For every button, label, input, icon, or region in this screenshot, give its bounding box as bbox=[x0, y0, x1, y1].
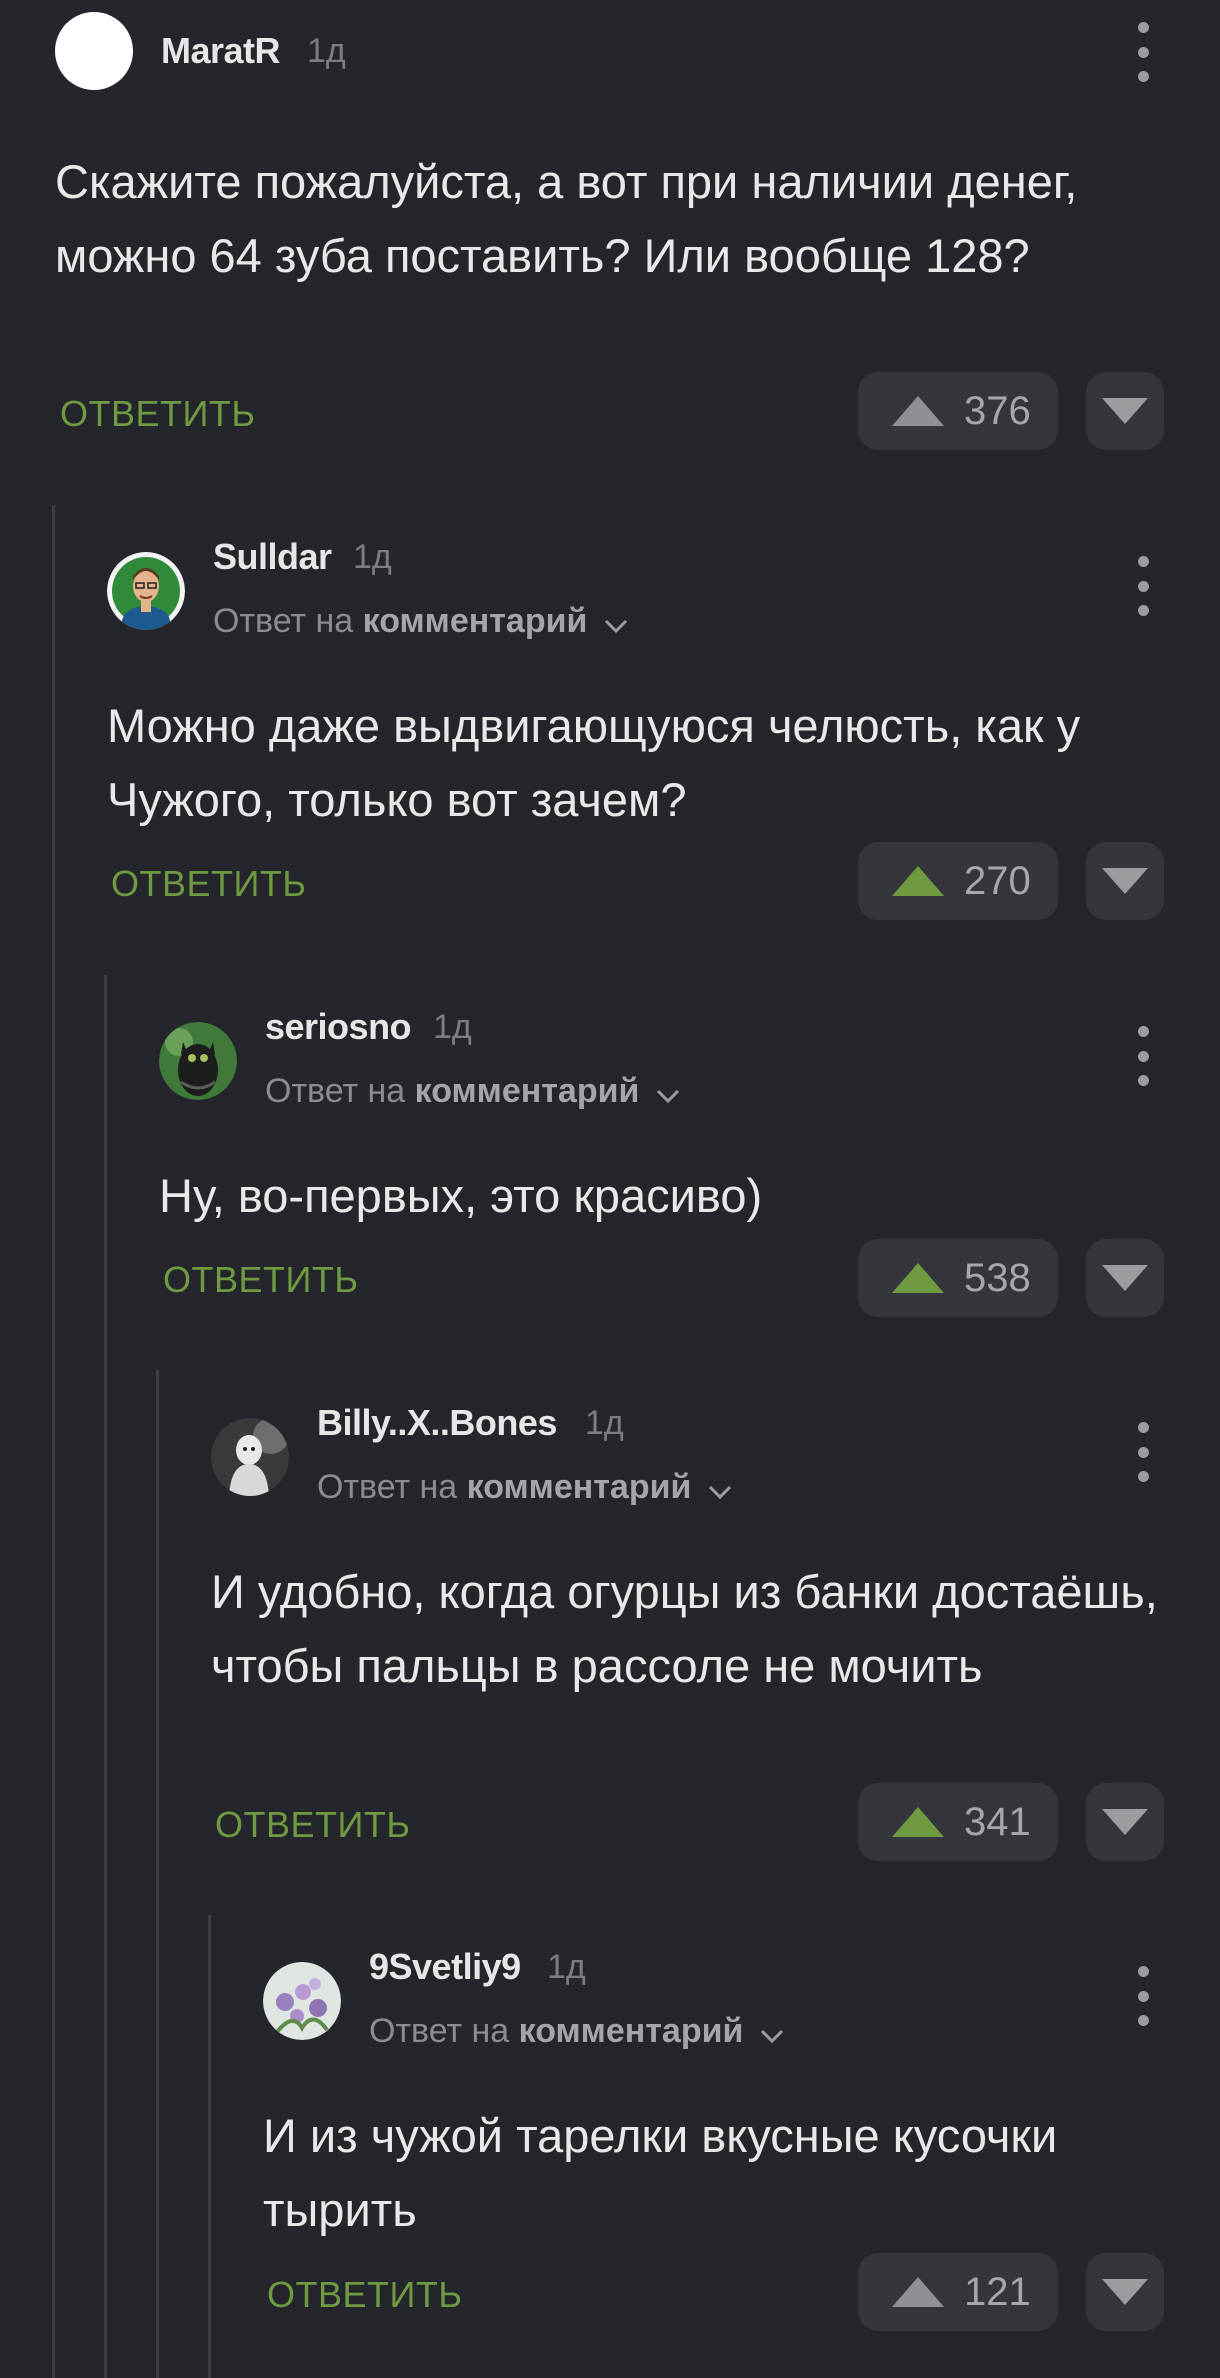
upvote-button[interactable]: 270 bbox=[858, 842, 1058, 920]
comment-time: 1д bbox=[585, 1404, 624, 1442]
reply-to-link[interactable]: Ответ на комментарий bbox=[265, 1072, 681, 1113]
rating-count: 341 bbox=[964, 1799, 1031, 1844]
reply-to-link[interactable]: Ответ на комментарий bbox=[317, 1468, 733, 1509]
chevron-down-icon[interactable] bbox=[655, 1074, 681, 1113]
rating-count: 376 bbox=[964, 388, 1031, 433]
reply-to-comment-link[interactable]: комментарий bbox=[415, 1072, 640, 1110]
comment-time: 1д bbox=[547, 1948, 586, 1986]
reply-to-prefix: Ответ на bbox=[317, 1468, 458, 1506]
comment-username[interactable]: seriosno bbox=[265, 1006, 412, 1048]
reply-to-prefix: Ответ на bbox=[265, 1072, 406, 1110]
avatar[interactable] bbox=[55, 12, 133, 90]
downvote-button[interactable] bbox=[1086, 2253, 1164, 2331]
upvote-arrow-icon bbox=[876, 1783, 960, 1861]
reply-to-comment-link[interactable]: комментарий bbox=[467, 1468, 692, 1506]
reply-button[interactable]: ОТВЕТИТЬ bbox=[163, 1259, 359, 1301]
reply-button[interactable]: ОТВЕТИТЬ bbox=[60, 393, 256, 435]
thread-line-level-4 bbox=[208, 1915, 211, 2378]
more-options-icon[interactable] bbox=[1128, 22, 1158, 82]
comment-username[interactable]: MaratR bbox=[161, 30, 281, 72]
chevron-down-icon[interactable] bbox=[707, 1470, 733, 1509]
reply-to-link[interactable]: Ответ на комментарий bbox=[369, 2012, 785, 2053]
avatar[interactable] bbox=[263, 1962, 341, 2040]
upvote-button[interactable]: 341 bbox=[858, 1783, 1058, 1861]
reply-button[interactable]: ОТВЕТИТЬ bbox=[111, 863, 307, 905]
more-options-icon[interactable] bbox=[1128, 1026, 1158, 1086]
downvote-arrow-icon bbox=[1102, 1809, 1148, 1835]
thread-line-level-3 bbox=[156, 1370, 159, 2378]
downvote-button[interactable] bbox=[1086, 842, 1164, 920]
chevron-down-icon[interactable] bbox=[759, 2014, 785, 2053]
reply-button[interactable]: ОТВЕТИТЬ bbox=[267, 2274, 463, 2316]
reply-to-comment-link[interactable]: комментарий bbox=[363, 602, 588, 640]
chevron-down-icon[interactable] bbox=[603, 604, 629, 643]
more-options-icon[interactable] bbox=[1128, 1966, 1158, 2026]
comment-text: Скажите пожалуйста, а вот при наличии де… bbox=[55, 155, 1078, 282]
upvote-arrow-icon bbox=[876, 2253, 960, 2331]
rating-count: 538 bbox=[964, 1255, 1031, 1300]
thread-line-level-1 bbox=[52, 505, 55, 2378]
rating-count: 121 bbox=[964, 2269, 1031, 2314]
comment-username[interactable]: 9Svetliy9 bbox=[369, 1946, 521, 1988]
reply-button[interactable]: ОТВЕТИТЬ bbox=[215, 1804, 411, 1846]
more-options-icon[interactable] bbox=[1128, 556, 1158, 616]
comment-time: 1д bbox=[433, 1008, 472, 1046]
upvote-arrow-icon bbox=[876, 372, 960, 450]
comment-time: 1д bbox=[307, 32, 346, 70]
avatar[interactable] bbox=[211, 1418, 289, 1496]
upvote-button[interactable]: 376 bbox=[858, 372, 1058, 450]
reply-to-prefix: Ответ на bbox=[369, 2012, 510, 2050]
avatar[interactable] bbox=[159, 1022, 237, 1100]
downvote-button[interactable] bbox=[1086, 1783, 1164, 1861]
comment-username[interactable]: Billy..X..Bones bbox=[317, 1402, 557, 1444]
comment-text: И из чужой тарелки вкусные кусочки тырит… bbox=[263, 2109, 1058, 2236]
comment-text: Можно даже выдвигающуюся челюсть, как у … bbox=[107, 699, 1081, 826]
rating-count: 270 bbox=[964, 858, 1031, 903]
comment-time: 1д bbox=[353, 538, 392, 576]
avatar[interactable] bbox=[107, 552, 185, 630]
comment-text: Ну, во-первых, это красиво) bbox=[159, 1169, 763, 1222]
reply-to-comment-link[interactable]: комментарий bbox=[519, 2012, 744, 2050]
downvote-arrow-icon bbox=[1102, 1265, 1148, 1291]
reply-to-prefix: Ответ на bbox=[213, 602, 354, 640]
downvote-arrow-icon bbox=[1102, 2279, 1148, 2305]
thread-line-level-2 bbox=[104, 975, 107, 2378]
upvote-arrow-icon bbox=[876, 842, 960, 920]
reply-to-link[interactable]: Ответ на комментарий bbox=[213, 602, 629, 643]
comment-username[interactable]: Sulldar bbox=[213, 536, 332, 578]
comment-text: И удобно, когда огурцы из банки достаёшь… bbox=[211, 1565, 1158, 1692]
upvote-button[interactable]: 121 bbox=[858, 2253, 1058, 2331]
upvote-button[interactable]: 538 bbox=[858, 1239, 1058, 1317]
downvote-arrow-icon bbox=[1102, 398, 1148, 424]
more-options-icon[interactable] bbox=[1128, 1422, 1158, 1482]
downvote-button[interactable] bbox=[1086, 1239, 1164, 1317]
downvote-button[interactable] bbox=[1086, 372, 1164, 450]
downvote-arrow-icon bbox=[1102, 868, 1148, 894]
upvote-arrow-icon bbox=[876, 1239, 960, 1317]
